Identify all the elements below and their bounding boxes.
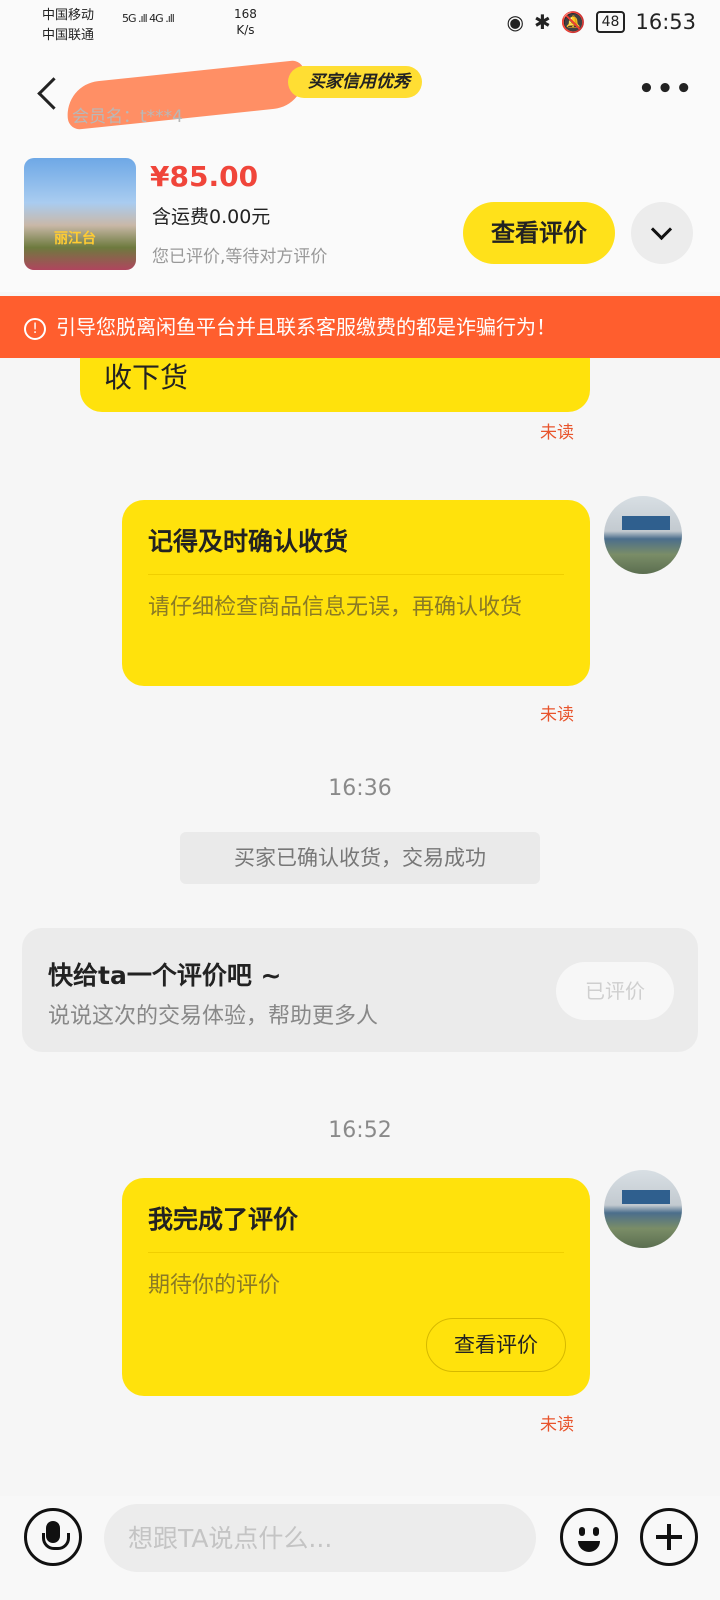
card-body: 期待你的评价 <box>148 1273 281 1298</box>
fraud-warning-banner: ! 引导您脱离闲鱼平台并且联系客服缴费的都是诈骗行为！ <box>0 296 720 358</box>
more-options-button[interactable]: ••• <box>638 74 694 104</box>
warning-text: 引导您脱离闲鱼平台并且联系客服缴费的都是诈骗行为！ <box>56 315 556 339</box>
signal-icon: 5G .ıll 4G .ıll <box>122 12 175 25</box>
credit-badge: 买家信用优秀 <box>288 66 422 98</box>
avatar-image <box>622 516 670 530</box>
card-body: 请仔细检查商品信息无误，再确认收货 <box>148 595 523 620</box>
confirm-receipt-card[interactable]: 记得及时确认收货 请仔细检查商品信息无误，再确认收货 <box>122 500 590 686</box>
bluetooth-icon: ✱ <box>533 10 551 34</box>
unread-label: 未读 <box>540 1415 574 1435</box>
chevron-down-icon[interactable] <box>631 202 693 264</box>
card-title: 记得及时确认收货 <box>148 527 349 556</box>
status-right: ◉ ✱ 🔕 48 16:53 <box>507 10 696 34</box>
back-button[interactable] <box>32 70 68 120</box>
card-title: 我完成了评价 <box>148 1205 299 1234</box>
unread-label: 未读 <box>540 423 574 443</box>
chat-header: 买家信用优秀 会员名：t***4 ••• <box>0 50 720 150</box>
divider <box>148 574 564 575</box>
message-text: 收下货 <box>104 361 189 394</box>
network-speed-unit: K/s <box>236 23 255 37</box>
review-status: 您已评价,等待对方评价 <box>152 247 328 267</box>
member-name: 会员名：t***4 <box>72 107 183 127</box>
thumbnail-text: 丽江台 <box>54 231 96 247</box>
divider <box>148 1252 564 1253</box>
network-speed-value: 168 <box>234 7 257 21</box>
shipping-info: 含运费0.00元 <box>152 206 271 228</box>
mute-icon: 🔕 <box>560 10 586 34</box>
microphone-icon[interactable] <box>24 1508 82 1566</box>
emoji-icon[interactable] <box>560 1508 618 1566</box>
unread-label: 未读 <box>540 705 574 725</box>
status-bar: 中国移动 中国联通 5G .ıll 4G .ıll 168 K/s ◉ ✱ 🔕 … <box>0 0 720 50</box>
emoji-eye-left <box>579 1527 585 1536</box>
carrier-1: 中国移动 <box>42 8 95 23</box>
network-speed: 168 K/s <box>234 6 257 38</box>
product-card[interactable]: 丽江台 ¥85.00 含运费0.00元 您已评价,等待对方评价 查看评价 <box>0 150 720 292</box>
eye-icon: ◉ <box>506 10 524 34</box>
avatar[interactable] <box>604 1170 682 1248</box>
system-message: 买家已确认收货，交易成功 <box>180 832 540 884</box>
warning-icon: ! <box>24 317 46 340</box>
clock: 16:53 <box>635 10 696 34</box>
review-prompt-card: 快给ta一个评价吧 ~ 说说这次的交易体验，帮助更多人 已评价 <box>22 928 698 1052</box>
avatar-image <box>622 1190 670 1204</box>
review-prompt-title: 快给ta一个评价吧 ~ <box>48 961 282 990</box>
product-thumbnail[interactable]: 丽江台 <box>24 158 136 270</box>
review-prompt-subtitle: 说说这次的交易体验，帮助更多人 <box>48 1004 379 1029</box>
view-review-button[interactable]: 查看评价 <box>463 202 615 264</box>
plus-icon[interactable] <box>640 1508 698 1566</box>
battery-icon: 48 <box>595 11 626 33</box>
carrier-2: 中国联通 <box>42 28 95 43</box>
review-done-card[interactable]: 我完成了评价 期待你的评价 查看评价 <box>122 1178 590 1396</box>
emoji-mouth <box>578 1541 600 1552</box>
timestamp: 16:52 <box>328 1118 392 1143</box>
emoji-eye-right <box>593 1527 599 1536</box>
timestamp: 16:36 <box>328 776 392 801</box>
reviewed-button[interactable]: 已评价 <box>556 962 674 1020</box>
product-price: ¥85.00 <box>150 160 259 193</box>
avatar[interactable] <box>604 496 682 574</box>
message-input[interactable] <box>104 1504 536 1572</box>
view-review-button[interactable]: 查看评价 <box>426 1318 566 1372</box>
carrier-info: 中国移动 中国联通 <box>42 6 94 46</box>
input-bar <box>0 1496 720 1600</box>
